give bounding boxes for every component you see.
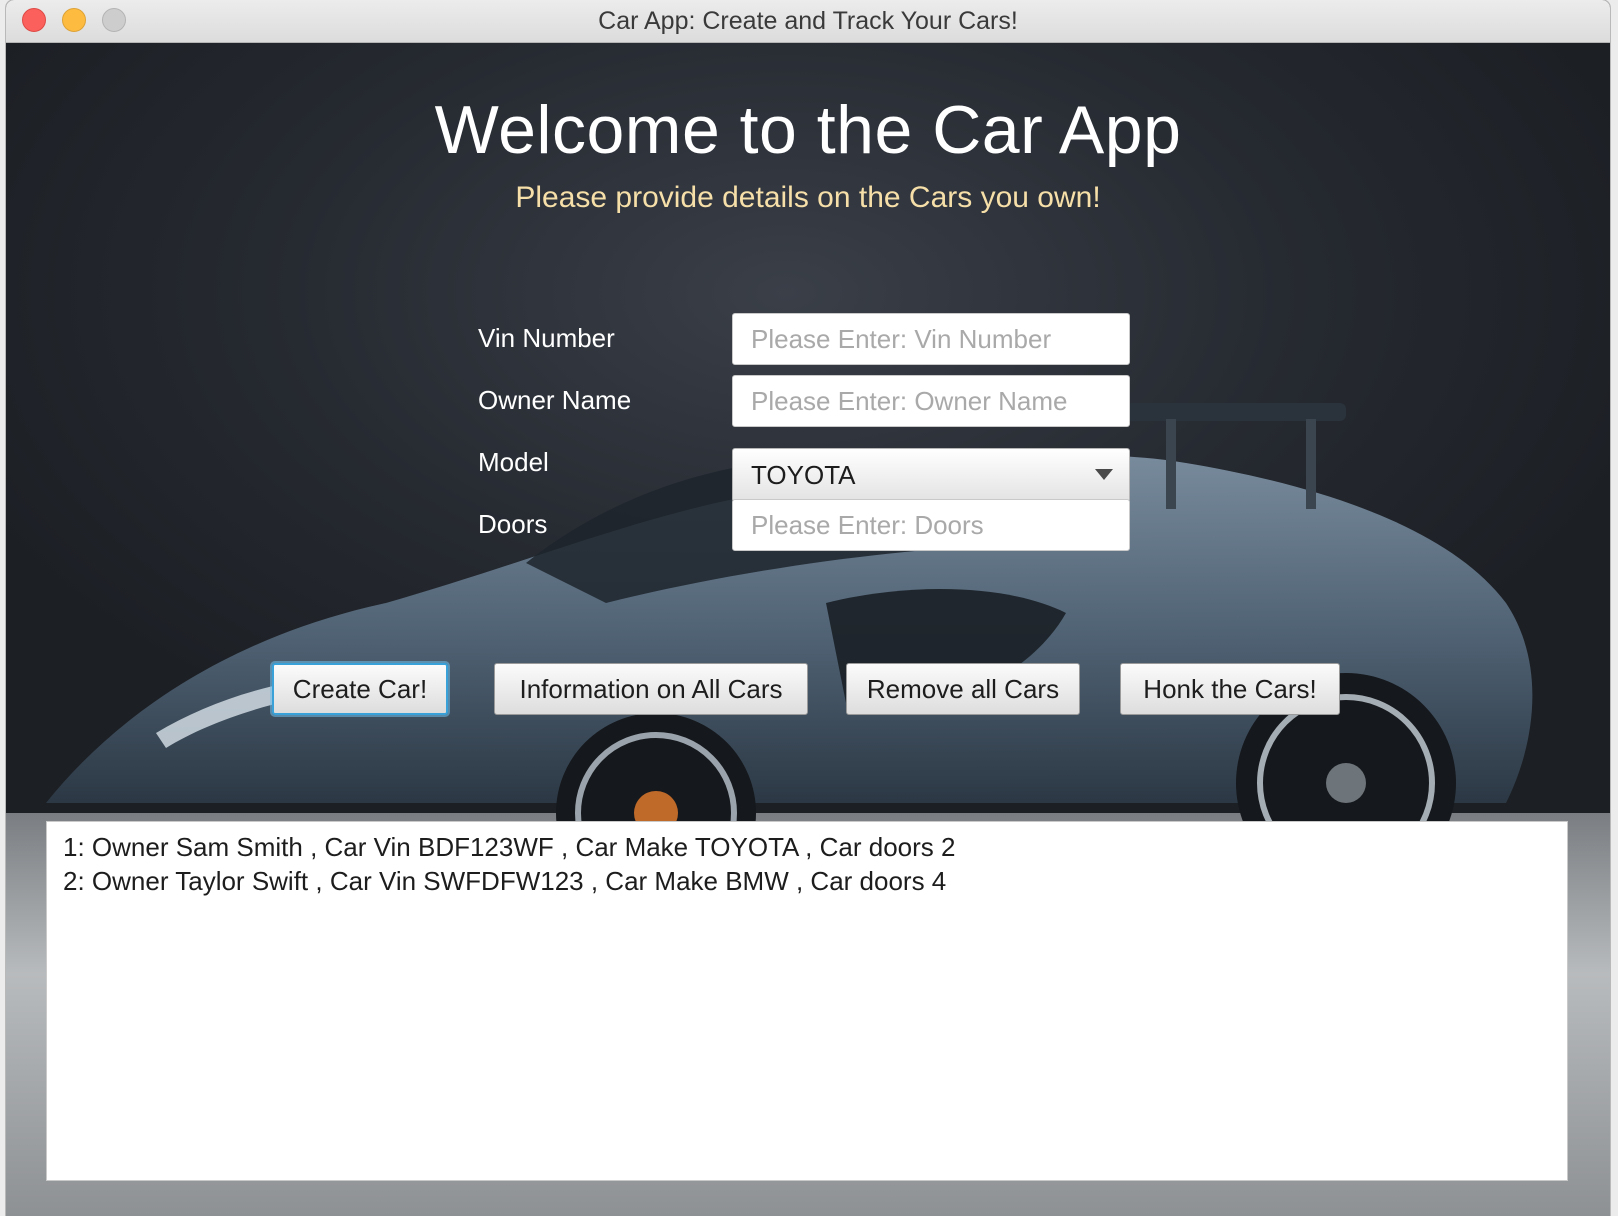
remove-all-cars-button[interactable]: Remove all Cars <box>846 663 1080 715</box>
main-content: Welcome to the Car App Please provide de… <box>6 43 1610 1216</box>
title-bar: Car App: Create and Track Your Cars! <box>6 0 1610 43</box>
window-title: Car App: Create and Track Your Cars! <box>598 7 1018 35</box>
honk-cars-button[interactable]: Honk the Cars! <box>1120 663 1340 715</box>
model-selected-value: TOYOTA <box>751 460 856 490</box>
doors-label: Doors <box>478 509 548 539</box>
doors-input[interactable] <box>732 499 1130 551</box>
page-title: Welcome to the Car App <box>434 92 1182 168</box>
vin-number-input[interactable] <box>732 313 1130 365</box>
chevron-down-icon <box>1095 469 1113 480</box>
model-label: Model <box>478 447 549 477</box>
vin-number-label: Vin Number <box>478 323 615 353</box>
app-window: Car App: Create and Track Your Cars! Wel… <box>6 0 1610 1216</box>
output-line: 2: Owner Taylor Swift , Car Vin SWFDFW12… <box>63 866 947 896</box>
model-dropdown[interactable]: TOYOTA <box>732 448 1130 502</box>
cars-output-textarea[interactable]: 1: Owner Sam Smith , Car Vin BDF123WF , … <box>46 821 1568 1181</box>
info-all-cars-button[interactable]: Information on All Cars <box>494 663 808 715</box>
page-subtitle: Please provide details on the Cars you o… <box>515 181 1101 214</box>
owner-name-label: Owner Name <box>478 385 632 415</box>
owner-name-input[interactable] <box>732 375 1130 427</box>
output-line: 1: Owner Sam Smith , Car Vin BDF123WF , … <box>63 832 956 862</box>
create-car-button[interactable]: Create Car! <box>272 663 448 715</box>
